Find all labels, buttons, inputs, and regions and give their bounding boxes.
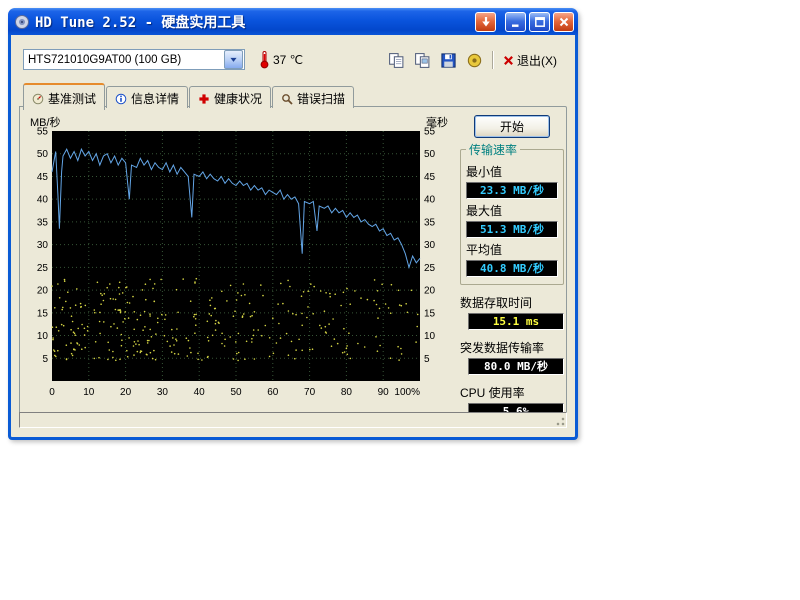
svg-text:55: 55 bbox=[37, 127, 49, 138]
gauge-icon bbox=[32, 93, 44, 105]
svg-text:55: 55 bbox=[424, 127, 436, 138]
minimize-button[interactable] bbox=[505, 12, 526, 32]
tab-label: 基准测试 bbox=[48, 90, 96, 107]
benchmark-panel: MB/秒 毫秒 55101015152020252530303535404045… bbox=[19, 106, 567, 414]
resize-grip[interactable] bbox=[553, 414, 565, 426]
thermometer-icon bbox=[259, 50, 270, 72]
results-column: 传输速率 最小值 23.3 MB/秒 最大值 51.3 MB/秒 平均值 40.… bbox=[460, 141, 564, 423]
transfer-rate-group-title: 传输速率 bbox=[466, 141, 520, 158]
svg-text:100%: 100% bbox=[394, 387, 420, 398]
tab-label: 错误扫描 bbox=[297, 90, 345, 107]
temperature-value: 37 ℃ bbox=[273, 53, 303, 67]
close-button[interactable] bbox=[553, 12, 574, 32]
avg-value: 40.8 MB/秒 bbox=[466, 260, 558, 277]
magnifier-icon bbox=[281, 93, 293, 105]
svg-text:5: 5 bbox=[424, 354, 430, 365]
svg-text:30: 30 bbox=[37, 240, 49, 251]
red-cross-icon bbox=[503, 55, 514, 66]
svg-text:5: 5 bbox=[42, 354, 48, 365]
svg-text:25: 25 bbox=[37, 263, 49, 274]
svg-text:35: 35 bbox=[424, 217, 436, 228]
cpu-usage-label: CPU 使用率 bbox=[460, 384, 564, 401]
options-button[interactable] bbox=[463, 49, 485, 71]
svg-text:30: 30 bbox=[424, 240, 436, 251]
start-button[interactable]: 开始 bbox=[474, 115, 550, 138]
tab-info[interactable]: 信息详情 bbox=[106, 86, 188, 108]
svg-text:80: 80 bbox=[341, 387, 353, 398]
benchmark-chart: MB/秒 毫秒 55101015152020252530303535404045… bbox=[22, 113, 452, 409]
access-time-value: 15.1 ms bbox=[468, 313, 564, 330]
maximize-button[interactable] bbox=[529, 12, 550, 32]
svg-text:15: 15 bbox=[37, 308, 49, 319]
drive-select-value: HTS721010G9AT00 (100 GB) bbox=[24, 54, 224, 66]
app-window: HD Tune 2.52 - 硬盘实用工具 HTS721010G9AT00 (1… bbox=[8, 8, 578, 440]
access-time-label: 数据存取时间 bbox=[460, 294, 564, 311]
svg-text:50: 50 bbox=[424, 149, 436, 160]
app-icon bbox=[14, 14, 30, 30]
info-icon bbox=[115, 93, 127, 105]
svg-text:70: 70 bbox=[304, 387, 316, 398]
svg-text:35: 35 bbox=[37, 217, 49, 228]
svg-text:40: 40 bbox=[37, 195, 49, 206]
title-bar[interactable]: HD Tune 2.52 - 硬盘实用工具 bbox=[8, 8, 578, 35]
svg-text:45: 45 bbox=[37, 172, 49, 183]
svg-text:0: 0 bbox=[49, 387, 55, 398]
svg-text:25: 25 bbox=[424, 263, 436, 274]
svg-text:20: 20 bbox=[120, 387, 132, 398]
tab-benchmark[interactable]: 基准测试 bbox=[23, 83, 105, 110]
copy-image-button[interactable] bbox=[411, 49, 433, 71]
tab-label: 健康状况 bbox=[214, 90, 262, 107]
exit-button[interactable]: 退出(X) bbox=[501, 52, 559, 69]
window-title: HD Tune 2.52 - 硬盘实用工具 bbox=[35, 12, 470, 32]
max-value: 51.3 MB/秒 bbox=[466, 221, 558, 238]
svg-text:10: 10 bbox=[424, 331, 436, 342]
tab-label: 信息详情 bbox=[131, 90, 179, 107]
min-label: 最小值 bbox=[466, 163, 558, 180]
svg-text:10: 10 bbox=[83, 387, 95, 398]
copy-text-button[interactable] bbox=[385, 49, 407, 71]
svg-text:50: 50 bbox=[230, 387, 242, 398]
save-button[interactable] bbox=[437, 49, 459, 71]
svg-text:40: 40 bbox=[424, 195, 436, 206]
svg-text:45: 45 bbox=[424, 172, 436, 183]
svg-text:15: 15 bbox=[424, 308, 436, 319]
burst-rate-value: 80.0 MB/秒 bbox=[468, 358, 564, 375]
min-value: 23.3 MB/秒 bbox=[466, 182, 558, 199]
chevron-down-icon[interactable] bbox=[224, 50, 243, 69]
red-plus-icon bbox=[198, 93, 210, 105]
svg-text:60: 60 bbox=[267, 387, 279, 398]
svg-text:10: 10 bbox=[37, 331, 49, 342]
toolbar-separator bbox=[492, 51, 494, 69]
svg-text:40: 40 bbox=[194, 387, 206, 398]
svg-text:50: 50 bbox=[37, 149, 49, 160]
burst-rate-label: 突发数据传输率 bbox=[460, 339, 564, 356]
tab-health[interactable]: 健康状况 bbox=[189, 86, 271, 108]
exit-label: 退出(X) bbox=[517, 52, 557, 69]
avg-label: 平均值 bbox=[466, 241, 558, 258]
transfer-rate-group: 传输速率 最小值 23.3 MB/秒 最大值 51.3 MB/秒 平均值 40.… bbox=[460, 141, 564, 285]
svg-text:20: 20 bbox=[37, 286, 49, 297]
max-label: 最大值 bbox=[466, 202, 558, 219]
tab-error-scan[interactable]: 错误扫描 bbox=[272, 86, 354, 108]
toolbar: HTS721010G9AT00 (100 GB) 37 ℃ bbox=[11, 49, 575, 73]
screenshot-button[interactable] bbox=[475, 12, 496, 32]
svg-text:90: 90 bbox=[378, 387, 390, 398]
tab-strip: 基准测试 信息详情 健康状况 错误扫描 bbox=[23, 83, 355, 110]
svg-text:20: 20 bbox=[424, 286, 436, 297]
drive-select[interactable]: HTS721010G9AT00 (100 GB) bbox=[23, 49, 245, 70]
svg-text:30: 30 bbox=[157, 387, 169, 398]
status-bar bbox=[19, 412, 567, 428]
